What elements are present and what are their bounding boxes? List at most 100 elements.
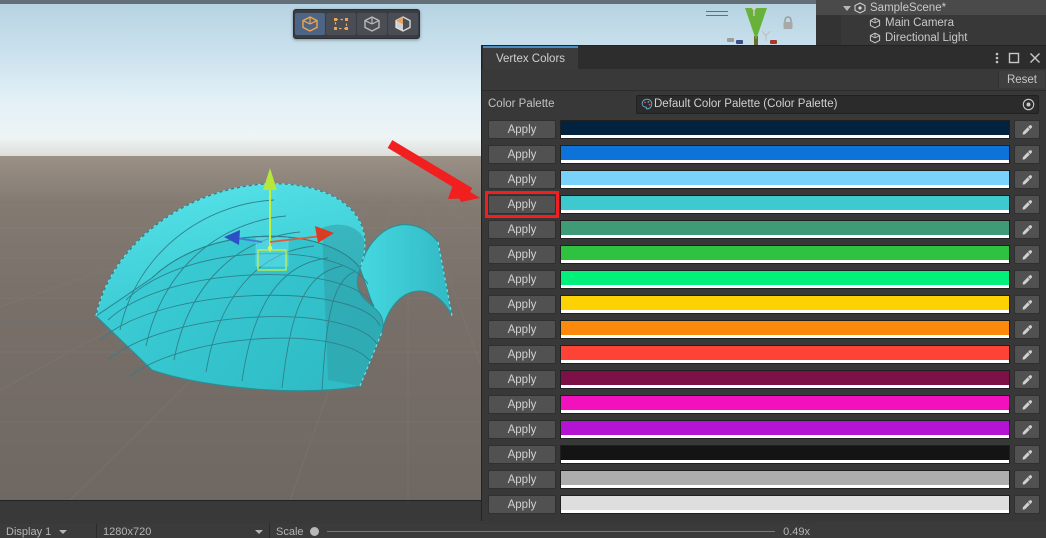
color-swatch-alpha-3 (561, 210, 1009, 213)
color-swatch-fill-9 (561, 346, 1009, 360)
tab-label: Vertex Colors (496, 52, 566, 65)
apply-button-11[interactable]: Apply (488, 395, 556, 414)
color-swatch-3[interactable] (560, 195, 1010, 214)
resolution-dropdown[interactable]: 1280x720 (97, 524, 270, 538)
cube-edges-icon (364, 16, 380, 32)
eyedropper-icon-6[interactable] (1014, 270, 1040, 289)
maximize-icon[interactable] (1008, 52, 1020, 64)
color-swatch-11[interactable] (560, 395, 1010, 414)
color-swatch-12[interactable] (560, 420, 1010, 439)
apply-button-4[interactable]: Apply (488, 220, 556, 239)
chevron-down-icon (59, 529, 68, 534)
hierarchy-item-main-camera[interactable]: Main Camera (816, 15, 1046, 30)
color-swatch-fill-4 (561, 221, 1009, 235)
reset-button[interactable]: Reset (997, 71, 1045, 88)
probuilder-mode-toolbar[interactable] (293, 9, 420, 39)
color-swatch-fill-11 (561, 396, 1009, 410)
window-controls[interactable] (995, 46, 1041, 69)
kebab-menu-icon[interactable] (995, 51, 999, 65)
eyedropper-icon-3[interactable] (1014, 195, 1040, 214)
apply-button-7[interactable]: Apply (488, 295, 556, 314)
apply-button-2[interactable]: Apply (488, 170, 556, 189)
apply-button-9[interactable]: Apply (488, 345, 556, 364)
color-row-15: Apply (482, 492, 1046, 517)
scale-label: Scale (276, 525, 304, 538)
color-swatch-5[interactable] (560, 245, 1010, 264)
lock-icon[interactable] (782, 16, 794, 30)
close-icon[interactable] (1029, 52, 1041, 64)
apply-button-10[interactable]: Apply (488, 370, 556, 389)
eyedropper-icon-11[interactable] (1014, 395, 1040, 414)
apply-button-1[interactable]: Apply (488, 145, 556, 164)
scale-slider-knob[interactable] (309, 527, 319, 536)
apply-button-5[interactable]: Apply (488, 245, 556, 264)
apply-button-12[interactable]: Apply (488, 420, 556, 439)
color-row-10: Apply (482, 367, 1046, 392)
eyedropper-icon-12[interactable] (1014, 420, 1040, 439)
apply-button-15[interactable]: Apply (488, 495, 556, 514)
eyedropper-icon-8[interactable] (1014, 320, 1040, 339)
color-swatch-6[interactable] (560, 270, 1010, 289)
apply-button-6[interactable]: Apply (488, 270, 556, 289)
color-swatch-9[interactable] (560, 345, 1010, 364)
foldout-arrow-icon[interactable] (841, 4, 852, 12)
scale-slider-track[interactable] (326, 531, 776, 532)
display-label: Display 1 (6, 525, 52, 538)
mode-face-button[interactable] (388, 13, 418, 35)
eyedropper-icon-7[interactable] (1014, 295, 1040, 314)
color-swatch-7[interactable] (560, 295, 1010, 314)
scale-slider[interactable]: Scale 0.49x (270, 524, 816, 538)
eyedropper-icon-4[interactable] (1014, 220, 1040, 239)
color-swatch-8[interactable] (560, 320, 1010, 339)
color-swatch-list: Apply Apply Apply Apply Apply Apply Apply Apply… (482, 117, 1046, 517)
scene-top-edge (0, 0, 816, 4)
color-swatch-14[interactable] (560, 470, 1010, 489)
eyedropper-icon-1[interactable] (1014, 145, 1040, 164)
color-swatch-4[interactable] (560, 220, 1010, 239)
color-row-5: Apply (482, 242, 1046, 267)
move-gizmo[interactable] (200, 160, 380, 290)
color-swatch-2[interactable] (560, 170, 1010, 189)
reset-label: Reset (1006, 73, 1037, 86)
apply-button-0[interactable]: Apply (488, 120, 556, 139)
eyedropper-icon-13[interactable] (1014, 445, 1040, 464)
apply-button-3[interactable]: Apply (488, 195, 556, 214)
color-swatch-fill-3 (561, 196, 1009, 210)
hierarchy-panel[interactable]: SampleScene* Main Camera Directional Lig… (816, 0, 1046, 46)
apply-button-13[interactable]: Apply (488, 445, 556, 464)
eyedropper-icon-14[interactable] (1014, 470, 1040, 489)
color-swatch-alpha-13 (561, 460, 1009, 463)
mode-edge-button[interactable] (357, 13, 387, 35)
hierarchy-item-directional-light[interactable]: Directional Light (816, 30, 1046, 45)
apply-button-8[interactable]: Apply (488, 320, 556, 339)
eyedropper-icon-5[interactable] (1014, 245, 1040, 264)
color-palette-asset-icon (639, 97, 654, 111)
color-swatch-1[interactable] (560, 145, 1010, 164)
color-swatch-13[interactable] (560, 445, 1010, 464)
hierarchy-item-samplescene[interactable]: SampleScene* (816, 0, 1046, 15)
color-swatch-alpha-6 (561, 285, 1009, 288)
eyedropper-icon-9[interactable] (1014, 345, 1040, 364)
color-swatch-alpha-4 (561, 235, 1009, 238)
eyedropper-icon-0[interactable] (1014, 120, 1040, 139)
mode-vertex-button[interactable] (326, 13, 356, 35)
color-swatch-0[interactable] (560, 120, 1010, 139)
color-row-6: Apply (482, 267, 1046, 292)
color-palette-object-field[interactable]: Default Color Palette (Color Palette) (636, 94, 1039, 114)
game-view-toolbar[interactable]: Display 1 1280x720 Scale 0.49x (0, 524, 816, 538)
resolution-label: 1280x720 (103, 525, 152, 538)
object-picker-icon[interactable] (1020, 98, 1036, 111)
color-swatch-15[interactable] (560, 495, 1010, 514)
display-dropdown[interactable]: Display 1 (0, 524, 97, 538)
eyedropper-icon-2[interactable] (1014, 170, 1040, 189)
color-swatch-alpha-7 (561, 310, 1009, 313)
mode-object-button[interactable] (295, 13, 325, 35)
tab-vertex-colors[interactable]: Vertex Colors (483, 46, 579, 69)
eyedropper-icon-15[interactable] (1014, 495, 1040, 514)
eyedropper-icon-10[interactable] (1014, 370, 1040, 389)
apply-button-14[interactable]: Apply (488, 470, 556, 489)
hamburger-icon[interactable] (706, 8, 728, 18)
sprig-prop (749, 4, 759, 16)
color-swatch-alpha-0 (561, 135, 1009, 138)
color-swatch-10[interactable] (560, 370, 1010, 389)
